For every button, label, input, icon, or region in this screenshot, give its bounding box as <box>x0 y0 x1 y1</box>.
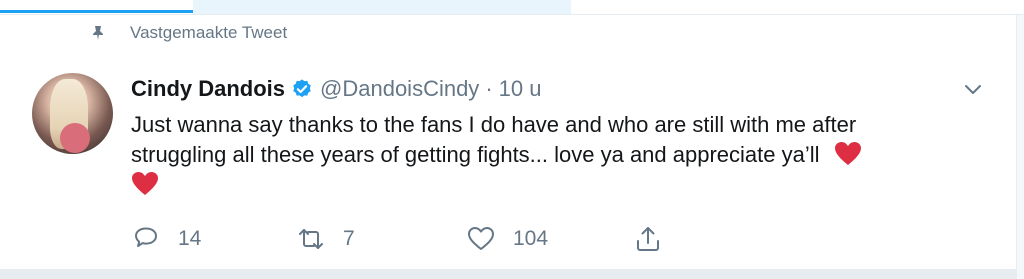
share-icon <box>637 227 659 251</box>
avatar-clothing <box>60 123 90 153</box>
pinned-indicator: Vastgemaakte Tweet <box>90 22 287 44</box>
tweet-text-line: Just wanna say thanks to the fans I do h… <box>131 110 991 140</box>
tweet-actions: 14 7 104 <box>131 222 663 256</box>
pin-icon <box>93 26 103 40</box>
like-button[interactable]: 104 <box>466 224 633 254</box>
reply-button[interactable]: 14 <box>131 224 296 254</box>
retweet-icon <box>299 229 323 249</box>
red-heart-emoji-icon <box>132 172 158 195</box>
red-heart-emoji-icon <box>834 142 861 165</box>
tweet-header: Cindy Dandois @DandoisCindy · 10 u <box>131 74 541 104</box>
reply-count: 14 <box>178 227 202 250</box>
chevron-down-icon[interactable] <box>962 78 984 100</box>
handle[interactable]: @DandoisCindy <box>320 76 479 102</box>
tab-active-indicator[interactable] <box>0 10 193 13</box>
tab-inactive[interactable] <box>193 0 571 14</box>
heart-outline-icon <box>468 227 494 250</box>
verified-badge-icon <box>293 79 311 98</box>
pinned-label: Vastgemaakte Tweet <box>130 23 288 42</box>
retweet-count: 7 <box>343 227 355 250</box>
tweet-text-line-2: struggling all these years of getting fi… <box>131 142 820 167</box>
display-name[interactable]: Cindy Dandois <box>131 76 285 102</box>
tab-bar <box>0 0 1024 14</box>
avatar[interactable] <box>32 73 113 154</box>
tweet-text: Just wanna say thanks to the fans I do h… <box>131 110 991 200</box>
scrollbar[interactable] <box>1016 15 1024 279</box>
like-count: 104 <box>513 227 549 250</box>
tweet-text-line-1: Just wanna say thanks to the fans I do h… <box>131 112 857 137</box>
timeline-gap <box>0 269 1016 279</box>
tweet-text-line <box>131 170 991 200</box>
tweet-text-line: struggling all these years of getting fi… <box>131 140 991 170</box>
separator-dot: · <box>485 76 493 101</box>
timestamp[interactable]: 10 u <box>499 76 542 102</box>
retweet-button[interactable]: 7 <box>296 224 466 254</box>
share-button[interactable] <box>633 224 663 254</box>
reply-icon <box>135 227 157 247</box>
